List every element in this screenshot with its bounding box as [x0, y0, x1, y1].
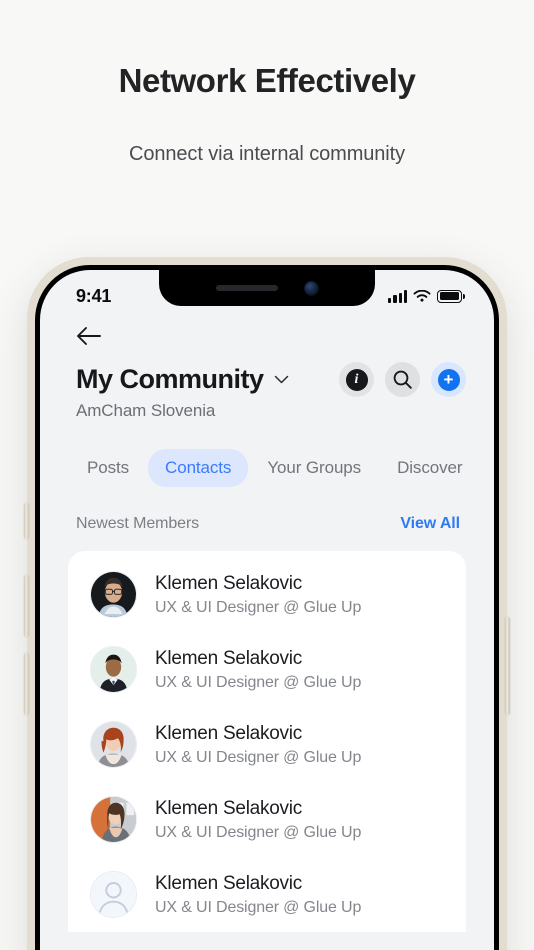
earpiece-speaker-icon	[215, 285, 278, 291]
list-item-text: Klemen Selakovic UX & UI Designer @ Glue…	[155, 647, 361, 692]
photo-man-suit	[91, 647, 136, 692]
contact-role: UX & UI Designer @ Glue Up	[155, 823, 362, 841]
avatar	[90, 571, 137, 618]
contact-name: Klemen Selakovic	[155, 798, 303, 820]
add-button[interactable]: +	[431, 362, 466, 397]
info-icon: i	[345, 368, 368, 391]
phone-notch	[159, 270, 375, 306]
section-header: Newest Members View All	[40, 487, 494, 533]
photo-man-glasses	[91, 572, 136, 617]
volume-up-button[interactable]	[24, 575, 29, 637]
avatar	[90, 796, 137, 843]
community-selector[interactable]: My Community	[76, 364, 289, 395]
back-arrow-icon[interactable]	[76, 326, 102, 346]
view-all-link[interactable]: View All	[400, 515, 460, 533]
battery-full-icon	[437, 289, 465, 303]
photo-woman-orange	[91, 797, 136, 842]
volume-down-button[interactable]	[24, 653, 29, 715]
avatar	[90, 721, 137, 768]
contact-name: Klemen Selakovic	[155, 873, 303, 895]
info-button[interactable]: i	[339, 362, 374, 397]
cellular-signal-icon	[388, 289, 407, 303]
phone-screen: 9:41 My Community i + AmCham Slovenia Po…	[40, 270, 494, 950]
community-title-row: My Community i +	[40, 346, 494, 397]
plus-icon: +	[437, 368, 460, 391]
list-item-text: Klemen Selakovic UX & UI Designer @ Glue…	[155, 722, 361, 767]
contact-role: UX & UI Designer @ Glue Up	[155, 748, 362, 766]
list-item-text: Klemen Selakovic UX & UI Designer @ Glue…	[155, 572, 361, 617]
placeholder-person	[91, 872, 136, 917]
page-subheadline: Connect via internal community	[128, 143, 405, 165]
contact-role: UX & UI Designer @ Glue Up	[155, 898, 362, 916]
phone-bezel: 9:41 My Community i + AmCham Slovenia Po…	[35, 265, 499, 950]
list-item-text: Klemen Selakovic UX & UI Designer @ Glue…	[155, 797, 361, 842]
contact-role: UX & UI Designer @ Glue Up	[155, 598, 362, 616]
status-bar-indicators	[388, 289, 465, 303]
avatar	[90, 871, 137, 918]
front-camera-icon	[303, 280, 319, 296]
section-title: Newest Members	[76, 515, 200, 532]
contact-name: Klemen Selakovic	[155, 648, 303, 670]
list-item[interactable]: Klemen Selakovic UX & UI Designer @ Glue…	[68, 857, 466, 932]
list-item[interactable]: Klemen Selakovic UX & UI Designer @ Glue…	[68, 782, 466, 857]
tab-your-groups[interactable]: Your Groups	[250, 449, 378, 487]
tab-documents[interactable]: Documents	[481, 449, 494, 487]
page-title: My Community	[76, 364, 264, 394]
list-item[interactable]: Klemen Selakovic UX & UI Designer @ Glue…	[68, 632, 466, 707]
tab-posts[interactable]: Posts	[70, 449, 146, 487]
search-icon	[393, 370, 412, 389]
header-actions: i +	[339, 362, 466, 397]
page-headline: Network Effectively	[118, 62, 416, 99]
avatar	[90, 646, 137, 693]
chevron-down-icon[interactable]	[274, 375, 289, 384]
tab-contacts[interactable]: Contacts	[148, 449, 249, 487]
list-item[interactable]: Klemen Selakovic UX & UI Designer @ Glue…	[68, 557, 466, 632]
status-bar-time: 9:41	[76, 285, 112, 306]
contact-role: UX & UI Designer @ Glue Up	[155, 673, 362, 691]
photo-woman-redhair	[91, 722, 136, 767]
list-item-text: Klemen Selakovic UX & UI Designer @ Glue…	[155, 872, 361, 917]
search-button[interactable]	[385, 362, 420, 397]
contact-name: Klemen Selakovic	[155, 573, 303, 595]
silence-switch[interactable]	[24, 503, 29, 539]
contacts-card: Klemen Selakovic UX & UI Designer @ Glue…	[68, 551, 466, 932]
contact-name: Klemen Selakovic	[155, 723, 303, 745]
tab-bar[interactable]: Posts Contacts Your Groups Discover Docu…	[40, 421, 494, 487]
phone-device-frame: 9:41 My Community i + AmCham Slovenia Po…	[24, 257, 510, 950]
community-app-screen: My Community i + AmCham Slovenia Posts C…	[40, 270, 494, 950]
organization-name: AmCham Slovenia	[76, 401, 216, 420]
power-button[interactable]	[505, 617, 510, 715]
list-item[interactable]: Klemen Selakovic UX & UI Designer @ Glue…	[68, 707, 466, 782]
marketing-page: Network Effectively Connect via internal…	[0, 0, 534, 950]
wifi-icon	[413, 289, 431, 302]
tab-discover[interactable]: Discover	[380, 449, 479, 487]
